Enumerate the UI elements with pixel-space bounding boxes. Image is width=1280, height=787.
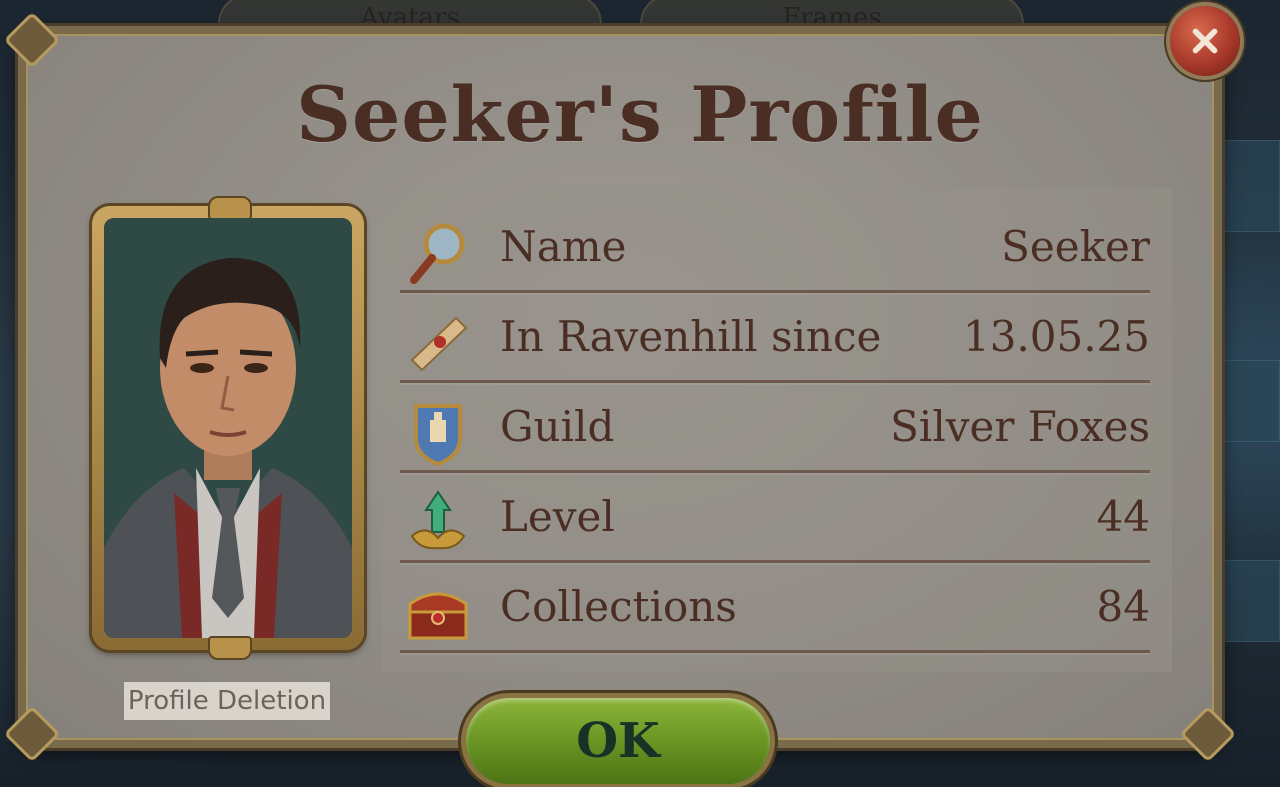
close-button[interactable] — [1170, 6, 1240, 76]
treasure-chest-icon — [402, 576, 474, 648]
info-row-guild: Guild Silver Foxes — [400, 380, 1150, 473]
close-x-icon — [1192, 28, 1218, 54]
info-row-level: Level 44 — [400, 470, 1150, 563]
avatar-frame[interactable] — [92, 196, 364, 660]
background-panel — [1220, 360, 1280, 442]
info-row-name: Name Seeker — [400, 200, 1150, 293]
profile-info-table: Name Seeker In Ravenhill since 13.05.25 … — [382, 188, 1172, 672]
level-emerald-icon — [402, 486, 474, 558]
frame-ornament — [208, 196, 252, 220]
row-label: In Ravenhill since — [500, 312, 882, 361]
row-value: Seeker — [1001, 222, 1150, 271]
avatar — [104, 218, 352, 638]
row-value: 13.05.25 — [962, 312, 1150, 361]
magnifying-glass-icon — [402, 216, 474, 288]
frame-ornament — [208, 636, 252, 660]
row-label: Collections — [500, 582, 737, 631]
scroll-icon — [402, 306, 474, 378]
row-label: Level — [500, 492, 615, 541]
row-value: Silver Foxes — [890, 402, 1150, 451]
info-row-collections: Collections 84 — [400, 560, 1150, 653]
dialog-title: Seeker's Profile — [296, 70, 984, 159]
profile-deletion-link[interactable]: Profile Deletion — [124, 682, 330, 720]
info-row-since: In Ravenhill since 13.05.25 — [400, 290, 1150, 383]
row-label: Guild — [500, 402, 615, 451]
ok-button-label: OK — [576, 713, 660, 769]
row-value: 84 — [1096, 582, 1150, 631]
row-label: Name — [500, 222, 627, 271]
row-value: 44 — [1096, 492, 1150, 541]
guild-crest-icon — [402, 396, 474, 468]
background-panel — [1220, 560, 1280, 642]
ok-button[interactable]: OK — [466, 698, 770, 784]
